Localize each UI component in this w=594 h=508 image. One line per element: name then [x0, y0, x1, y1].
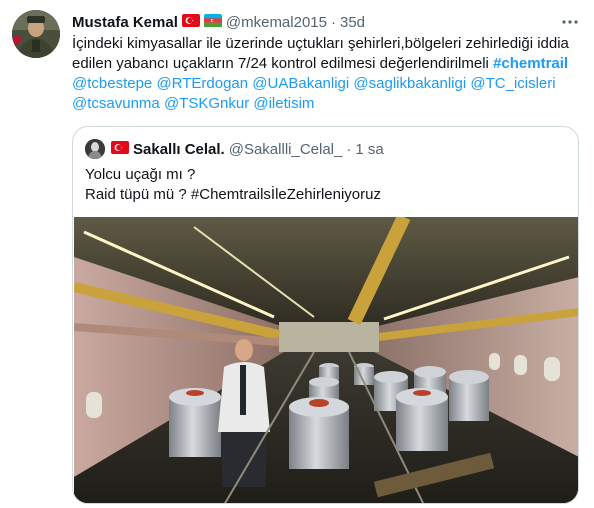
- mention-link[interactable]: @tcbestepe: [72, 75, 152, 92]
- author-avatar[interactable]: [12, 10, 60, 58]
- mention-link[interactable]: @tcsavunma: [72, 95, 160, 112]
- tweet-header: Mustafa Kemal @mkemal2015 · 35d: [72, 12, 582, 32]
- tweet-text-line: İçindeki kimyasallar ile üzerinde uçtukl…: [72, 35, 569, 52]
- quoted-tweet-text: Yolcu uçağı mı ? Raid tüpü mü ? #Chemtra…: [85, 165, 565, 205]
- mention-link[interactable]: @RTErdogan: [156, 75, 248, 92]
- turkey-flag-icon: [181, 13, 200, 31]
- tweet-text: İçindeki kimyasallar ile üzerinde uçtukl…: [72, 34, 572, 114]
- mention-link[interactable]: @iletisim: [253, 95, 314, 112]
- quoted-timestamp: 1 sa: [355, 140, 384, 158]
- quoted-author-name: Sakallı Celal.: [133, 140, 225, 158]
- quoted-text-line: Raid tüpü mü ? #ChemtrailsİleZehirleniyo…: [85, 185, 565, 205]
- azerbaijan-flag-icon: [203, 13, 222, 31]
- mention-link[interactable]: @TC_icisleri: [470, 75, 555, 92]
- quoted-tweet-image[interactable]: [74, 217, 578, 503]
- quoted-author-handle: @Sakallli_Celal_: [228, 140, 343, 158]
- mention-link[interactable]: @UABakanligi: [252, 75, 349, 92]
- quoted-text-segment: Raid tüpü mü ?: [85, 186, 191, 203]
- separator-dot: ·: [330, 13, 336, 31]
- hashtag-link[interactable]: #chemtrail: [493, 55, 568, 72]
- author-handle[interactable]: @mkemal2015: [226, 14, 327, 31]
- quoted-author-avatar: [85, 139, 105, 159]
- quoted-hashtag: #ChemtrailsİleZehirleniyoruz: [190, 186, 381, 203]
- quoted-tweet[interactable]: Sakallı Celal. @Sakallli_Celal_ · 1 sa Y…: [72, 126, 579, 504]
- turkey-flag-icon: [111, 140, 129, 158]
- author-name[interactable]: Mustafa Kemal: [72, 14, 178, 31]
- tweet-text-line: edilen yabancı uçakların 7/24 kontrol ed…: [72, 54, 572, 74]
- mention-link[interactable]: @TSKGnkur: [164, 95, 249, 112]
- mentions-line: @tcbestepe @RTErdogan @UABakanligi @sagl…: [72, 74, 572, 94]
- separator-dot: ·: [346, 140, 352, 158]
- tweet-text-segment: edilen yabancı uçakların 7/24 kontrol ed…: [72, 55, 494, 72]
- mention-link[interactable]: @saglikbakanligi: [353, 75, 466, 92]
- tweet[interactable]: Mustafa Kemal @mkemal2015 · 35d İçindeki…: [0, 0, 594, 508]
- mentions-line: @tcsavunma @TSKGnkur @iletisim: [72, 94, 572, 114]
- quoted-text-line: Yolcu uçağı mı ?: [85, 166, 196, 183]
- tweet-timestamp[interactable]: 35d: [340, 14, 365, 31]
- quoted-tweet-header: Sakallı Celal. @Sakallli_Celal_ · 1 sa: [85, 139, 566, 159]
- more-icon[interactable]: [560, 12, 580, 32]
